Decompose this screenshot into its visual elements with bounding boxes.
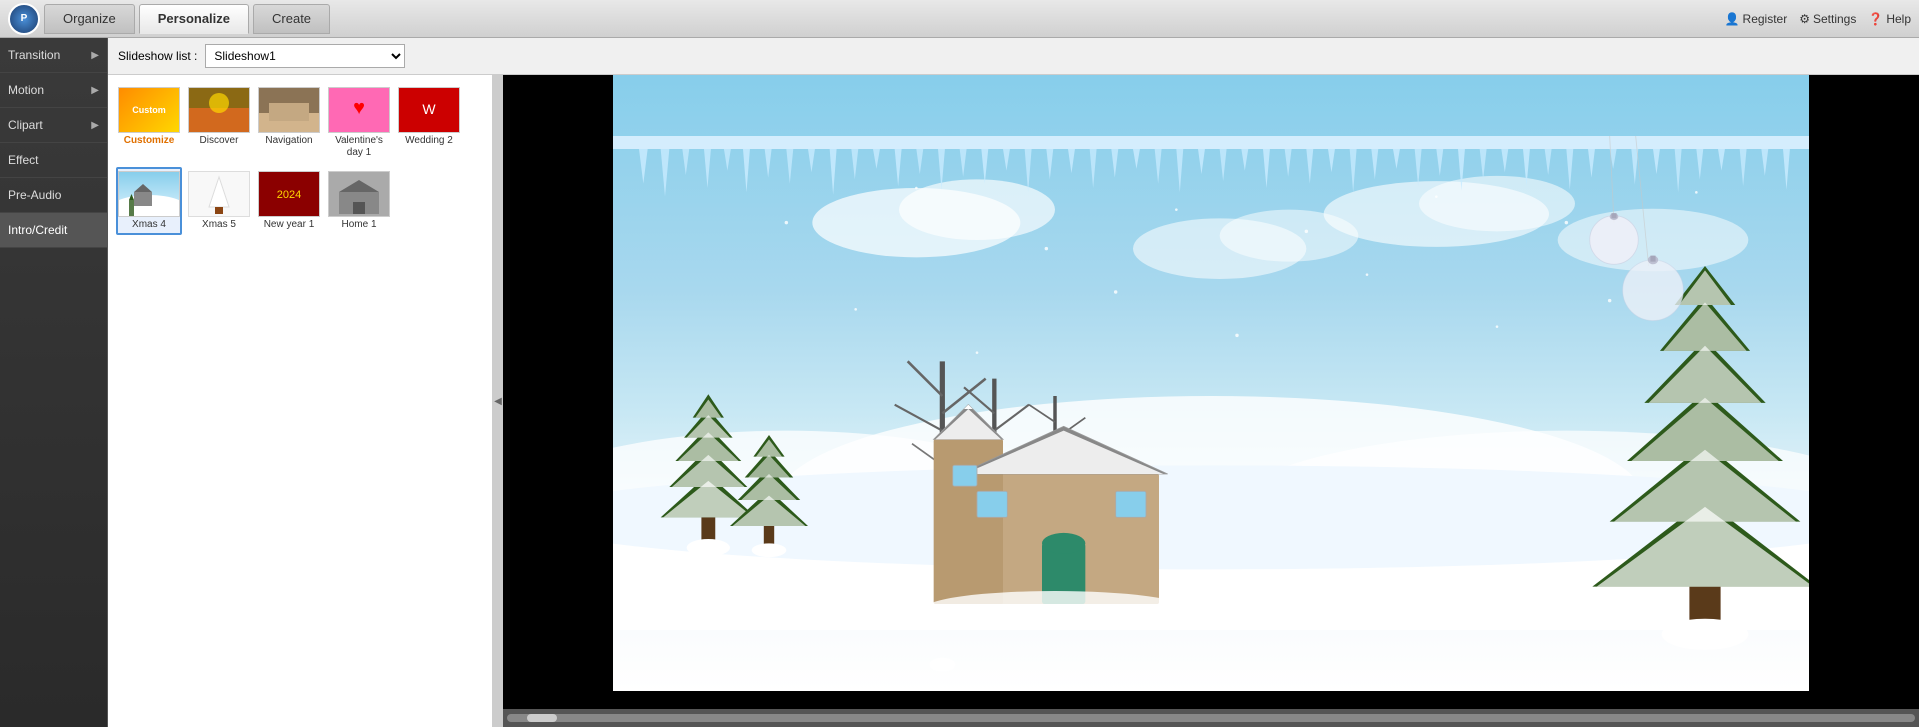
preview-scrollbar[interactable] xyxy=(503,709,1919,727)
theme-thumb-xmas4 xyxy=(118,171,180,217)
sidebar-item-preaudio[interactable]: Pre-Audio xyxy=(0,178,107,213)
preview-canvas xyxy=(503,75,1919,709)
theme-thumb-xmas5 xyxy=(188,171,250,217)
register-link[interactable]: 👤 Register xyxy=(1725,12,1788,26)
theme-item-navigation[interactable]: Navigation xyxy=(256,83,322,163)
theme-label-valentines: Valentine's day 1 xyxy=(330,135,388,159)
xmas4-thumb-svg xyxy=(119,172,179,216)
svg-text:♥: ♥ xyxy=(353,97,365,119)
theme-item-wedding2[interactable]: W Wedding 2 xyxy=(396,83,462,163)
theme-thumb-valentines: ♥ xyxy=(328,87,390,133)
main-content: Transition ▶ Motion ▶ Clipart ▶ Effect P… xyxy=(0,38,1919,727)
theme-thumb-customize: Custom xyxy=(118,87,180,133)
slideshow-select[interactable]: Slideshow1 xyxy=(205,44,405,68)
theme-panel: Custom Customize Disco xyxy=(108,75,493,727)
sidebar-introcredit-label: Intro/Credit xyxy=(8,223,67,237)
theme-thumb-wedding2: W xyxy=(398,87,460,133)
tab-organize[interactable]: Organize xyxy=(44,4,135,34)
sidebar-item-transition[interactable]: Transition ▶ xyxy=(0,38,107,73)
app-logo: P xyxy=(8,3,40,35)
wedding2-thumb-svg: W xyxy=(399,88,459,132)
question-icon: ❓ xyxy=(1868,12,1883,26)
scrollbar-track[interactable] xyxy=(507,714,1915,722)
theme-item-valentines[interactable]: ♥ Valentine's day 1 xyxy=(326,83,392,163)
winter-scene-svg xyxy=(613,75,1809,691)
theme-label-wedding2: Wedding 2 xyxy=(405,135,453,147)
theme-label-customize: Customize xyxy=(124,135,175,147)
xmas5-thumb-svg xyxy=(189,172,249,216)
sidebar-item-motion[interactable]: Motion ▶ xyxy=(0,73,107,108)
theme-thumb-discover xyxy=(188,87,250,133)
gear-icon: ⚙ xyxy=(1799,12,1810,26)
theme-label-newyear1: New year 1 xyxy=(264,219,315,231)
theme-item-xmas5[interactable]: Xmas 5 xyxy=(186,167,252,235)
sidebar-clipart-label: Clipart xyxy=(8,118,43,132)
left-black-bar xyxy=(503,75,613,709)
svg-text:W: W xyxy=(422,101,436,117)
navigation-thumb-svg xyxy=(259,88,319,132)
app-logo-text: P xyxy=(21,13,28,24)
theme-label-xmas4: Xmas 4 xyxy=(132,219,166,231)
home1-thumb-svg xyxy=(329,172,389,216)
chevron-right-icon: ▶ xyxy=(91,120,99,131)
sidebar-item-effect[interactable]: Effect xyxy=(0,143,107,178)
sidebar-item-introcredit[interactable]: Intro/Credit xyxy=(0,213,107,248)
panel-row: Custom Customize Disco xyxy=(108,75,1919,727)
theme-label-home1: Home 1 xyxy=(341,219,376,231)
chevron-right-icon: ▶ xyxy=(91,85,99,96)
right-black-bar xyxy=(1809,75,1919,709)
theme-thumb-newyear1: 2024 xyxy=(258,171,320,217)
theme-thumb-navigation xyxy=(258,87,320,133)
person-icon: 👤 xyxy=(1725,12,1740,26)
preview-panel xyxy=(503,75,1919,727)
svg-text:2024: 2024 xyxy=(277,189,301,201)
tab-create[interactable]: Create xyxy=(253,4,330,34)
theme-item-discover[interactable]: Discover xyxy=(186,83,252,163)
sidebar-effect-label: Effect xyxy=(8,153,38,167)
scrollbar-thumb[interactable] xyxy=(527,714,557,722)
icicles-group xyxy=(613,136,1809,197)
theme-item-home1[interactable]: Home 1 xyxy=(326,167,392,235)
help-link[interactable]: ❓ Help xyxy=(1868,12,1911,26)
slideshow-list-label: Slideshow list : xyxy=(118,49,197,63)
collapse-arrow-icon: ◀ xyxy=(494,396,502,407)
theme-label-xmas5: Xmas 5 xyxy=(202,219,236,231)
sidebar-transition-label: Transition xyxy=(8,48,60,62)
theme-grid: Custom Customize Disco xyxy=(108,75,492,243)
content-panels: Slideshow list : Slideshow1 Custom Custo… xyxy=(108,38,1919,727)
sidebar-motion-label: Motion xyxy=(8,83,44,97)
theme-label-navigation: Navigation xyxy=(265,135,312,147)
sidebar-item-clipart[interactable]: Clipart ▶ xyxy=(0,108,107,143)
theme-item-newyear1[interactable]: 2024 New year 1 xyxy=(256,167,322,235)
sidebar-preaudio-label: Pre-Audio xyxy=(8,188,61,202)
discover-thumb-svg xyxy=(189,88,249,132)
slideshow-bar: Slideshow list : Slideshow1 xyxy=(108,38,1919,75)
theme-thumb-home1 xyxy=(328,171,390,217)
newyear1-thumb-svg: 2024 xyxy=(259,172,319,216)
valentines-thumb-svg: ♥ xyxy=(329,88,389,132)
settings-link[interactable]: ⚙ Settings xyxy=(1799,12,1856,26)
top-right-actions: 👤 Register ⚙ Settings ❓ Help xyxy=(1725,12,1911,26)
theme-label-discover: Discover xyxy=(200,135,239,147)
collapse-handle[interactable]: ◀ xyxy=(493,75,503,727)
theme-item-customize[interactable]: Custom Customize xyxy=(116,83,182,163)
tab-personalize[interactable]: Personalize xyxy=(139,4,249,34)
left-sidebar: Transition ▶ Motion ▶ Clipart ▶ Effect P… xyxy=(0,38,108,727)
theme-item-xmas4[interactable]: Xmas 4 xyxy=(116,167,182,235)
top-bar: P Organize Personalize Create 👤 Register… xyxy=(0,0,1919,38)
chevron-right-icon: ▶ xyxy=(91,50,99,61)
